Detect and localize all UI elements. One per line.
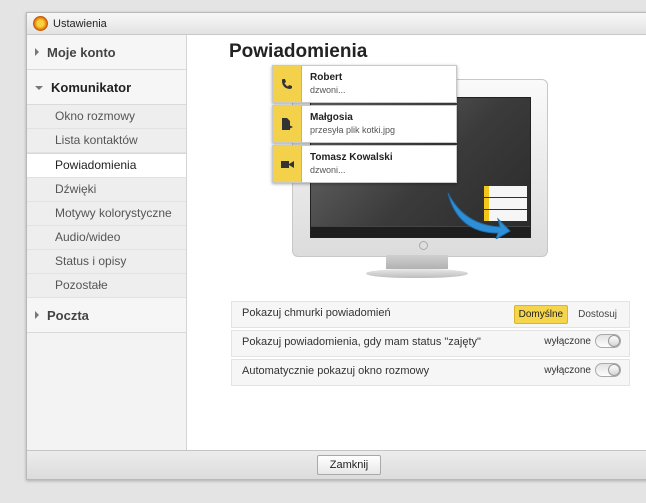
sidebar-item-dzwieki[interactable]: Dźwięki	[27, 178, 186, 202]
option-label: Pokazuj chmurki powiadomień	[242, 307, 391, 319]
sidebar-section-moje-konto[interactable]: Moje konto	[27, 35, 186, 70]
app-logo-icon	[33, 16, 48, 31]
notification-card: Tomasz Kowalski dzwoni...	[272, 145, 457, 183]
title-bar: Ustawienia	[27, 13, 646, 35]
page-title: Powiadomienia	[229, 41, 368, 62]
settings-window: Ustawienia Moje konto Komunikator Okno r…	[26, 12, 646, 480]
toggle-state-label: wyłączone	[544, 364, 591, 376]
sidebar-section-poczta[interactable]: Poczta	[27, 298, 186, 333]
notification-name: Tomasz Kowalski	[310, 152, 393, 163]
notification-card: Robert dzwoni...	[272, 65, 457, 103]
sidebar-item-motywy-kolorystyczne[interactable]: Motywy kolorystyczne	[27, 202, 186, 226]
monitor-base	[366, 269, 468, 278]
sidebar-item-powiadomienia[interactable]: Powiadomienia	[27, 153, 186, 178]
option-row-okno-rozmowy: Automatycznie pokazuj okno rozmowy wyłąc…	[231, 359, 630, 386]
video-camera-icon	[273, 146, 302, 182]
toggle-state-label: wyłączone	[544, 335, 591, 347]
sidebar-item-status-i-opisy[interactable]: Status i opisy	[27, 250, 186, 274]
close-button[interactable]: Zamknij	[317, 455, 381, 475]
option-label: Pokazuj powiadomienia, gdy mam status "z…	[242, 336, 481, 348]
option-label: Automatycznie pokazuj okno rozmowy	[242, 365, 430, 377]
option-row-chmurki: Pokazuj chmurki powiadomień Domyślne Dos…	[231, 301, 630, 328]
sidebar-section-label: Komunikator	[51, 79, 132, 95]
file-transfer-icon	[273, 106, 302, 142]
option-row-zajety: Pokazuj powiadomienia, gdy mam status "z…	[231, 330, 630, 357]
sidebar-item-okno-rozmowy[interactable]: Okno rozmowy	[27, 105, 186, 129]
sidebar-item-pozostale[interactable]: Pozostałe	[27, 274, 186, 298]
collapse-arrow-icon	[35, 86, 43, 90]
expand-arrow-icon	[35, 48, 39, 56]
toggle-knob	[608, 364, 620, 376]
blue-arrow-icon	[447, 192, 511, 239]
sidebar-item-lista-kontaktow[interactable]: Lista kontaktów	[27, 129, 186, 153]
footer-bar: Zamknij	[27, 450, 646, 479]
sidebar: Moje konto Komunikator Okno rozmowy List…	[27, 35, 187, 451]
sidebar-section-label: Poczta	[47, 307, 89, 323]
notification-message: dzwoni...	[310, 165, 346, 175]
notification-name: Robert	[310, 72, 343, 83]
sidebar-section-label: Moje konto	[47, 44, 116, 60]
notification-message: przesyła plik kotki.jpg	[310, 125, 396, 135]
phone-icon	[273, 66, 302, 102]
window-title: Ustawienia	[53, 17, 107, 30]
segmented-control: Domyślne Dostosuj	[513, 305, 621, 324]
customize-option-button[interactable]: Dostosuj	[574, 306, 621, 323]
notification-card: Małgosia przesyła plik kotki.jpg	[272, 105, 457, 143]
main-panel: Powiadomienia Robert dzwoni... Małgosia …	[187, 35, 646, 451]
busy-notifications-toggle[interactable]	[595, 334, 621, 348]
auto-chat-window-toggle[interactable]	[595, 363, 621, 377]
notifications-illustration: Robert dzwoni... Małgosia przesyła plik …	[272, 65, 552, 289]
sidebar-item-audio-wideo[interactable]: Audio/wideo	[27, 226, 186, 250]
monitor-stand	[386, 255, 448, 269]
notification-message: dzwoni...	[310, 85, 346, 95]
toggle-knob	[608, 335, 620, 347]
default-option-button[interactable]: Domyślne	[513, 305, 569, 324]
power-icon	[419, 241, 428, 250]
expand-arrow-icon	[35, 311, 39, 319]
notification-name: Małgosia	[310, 112, 353, 123]
sidebar-section-komunikator[interactable]: Komunikator	[27, 70, 186, 105]
